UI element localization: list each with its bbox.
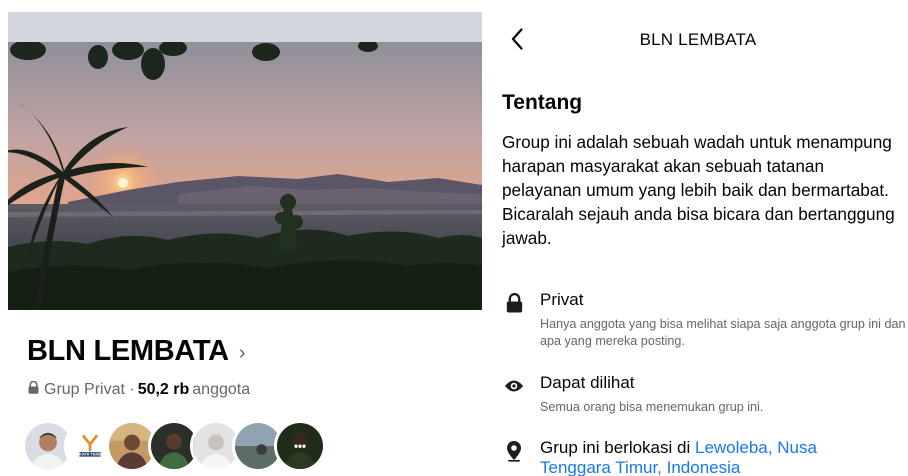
- location-pin-icon: [504, 440, 524, 462]
- cover-top-bar: [8, 12, 482, 42]
- member-suffix: anggota: [192, 381, 251, 398]
- avatar-logo-text: KAYA TENE: [79, 452, 101, 457]
- header-title: BLN LEMBATA: [639, 30, 757, 49]
- privacy-label: Grup Privat ·: [44, 381, 135, 398]
- location-link[interactable]: Lewoleba, Nusa: [695, 438, 817, 457]
- location-link-line2[interactable]: Tenggara Timur, Indonesia: [540, 458, 740, 476]
- group-title-row[interactable]: BLN LEMBATA ›: [27, 332, 245, 370]
- more-icon: •••: [294, 441, 306, 453]
- location-prefix: Grup ini berlokasi di: [540, 438, 691, 457]
- group-cover-panel: BLN LEMBATA › Grup Privat · 50,2 rb angg…: [0, 0, 488, 476]
- privacy-label: Privat: [540, 290, 584, 309]
- group-meta: Grup Privat · 50,2 rb anggota: [28, 380, 251, 399]
- about-heading: Tentang: [502, 91, 583, 114]
- more-members-avatar[interactable]: •••: [274, 420, 326, 472]
- group-title[interactable]: BLN LEMBATA: [27, 335, 229, 368]
- group-cover-photo[interactable]: [8, 42, 482, 310]
- lock-icon: [28, 380, 39, 399]
- sunset-landscape-image: [8, 42, 482, 310]
- visibility-label: Dapat dilihat: [540, 373, 635, 392]
- privacy-description: Hanya anggota yang bisa melihat siapa sa…: [540, 317, 906, 348]
- member-count[interactable]: 50,2 rb: [138, 381, 190, 399]
- group-about-panel: BLN LEMBATA Tentang Group ini adalah seb…: [488, 0, 908, 476]
- about-description: Group ini adalah sebuah wadah untuk mena…: [502, 130, 904, 250]
- lock-icon: [504, 292, 524, 314]
- eye-icon: [504, 375, 524, 397]
- location-label: Grup ini berlokasi di Lewoleba, Nusa Ten…: [540, 438, 817, 476]
- about-paragraph-1: Group ini adalah sebuah wadah untuk mena…: [502, 132, 892, 200]
- chevron-right-icon[interactable]: ›: [239, 342, 246, 365]
- about-paragraph-2: Bicaralah sejauh anda bisa bicara dan be…: [502, 204, 895, 248]
- visibility-description: Semua orang bisa menemukan grup ini.: [540, 400, 764, 414]
